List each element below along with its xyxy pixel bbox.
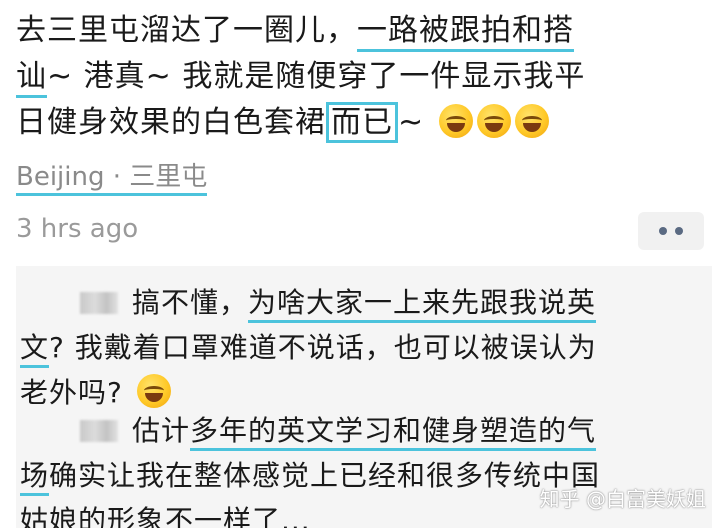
more-dots-icon xyxy=(675,227,683,235)
location-separator: · xyxy=(104,162,130,192)
post-text-segment: 日健身效果的白色套裙 xyxy=(16,105,326,140)
comment-text: 老外吗? xyxy=(20,376,123,409)
post-line-1: 去三里屯溜达了一圈儿，一路被跟拍和搭 xyxy=(16,8,712,54)
comment-line: 估计多年的英文学习和健身塑造的气 xyxy=(16,408,712,453)
highlighted-text: 为啥大家一上来先跟我说英 xyxy=(248,286,597,323)
post-text-segment: ~ 港真~ 我就是随便穿了一件显示我平 xyxy=(47,59,586,94)
boxed-text: 而已 xyxy=(326,102,398,143)
location-city: Beijing xyxy=(16,162,105,192)
laughing-crying-emoji-icon xyxy=(476,104,511,138)
laughing-crying-emoji-icon xyxy=(438,104,473,138)
highlighted-text: 场 xyxy=(20,459,50,496)
comment-text: 搞不懂， xyxy=(132,286,249,319)
post-text-segment: 去三里屯溜达了一圈儿， xyxy=(16,13,357,48)
weibo-post-screenshot: 去三里屯溜达了一圈儿，一路被跟拍和搭 讪~ 港真~ 我就是随便穿了一件显示我平 … xyxy=(0,0,720,528)
zhihu-watermark: 知乎 @白富美妖姐 xyxy=(539,487,706,511)
comment-text: ? 我戴着口罩难道不说话，也可以被误认为 xyxy=(49,331,597,364)
post-line-2: 讪~ 港真~ 我就是随便穿了一件显示我平 xyxy=(16,54,712,100)
comment-line: 搞不懂，为啥大家一上来先跟我说英 xyxy=(16,280,712,325)
comment-text: 确实让我在整体感觉上已经和很多传统中国 xyxy=(49,459,601,492)
comment-item[interactable]: 搞不懂，为啥大家一上来先跟我说英 文? 我戴着口罩难道不说话，也可以被误认为 老… xyxy=(16,280,712,415)
location-tag[interactable]: Beijing · 三里屯 xyxy=(16,156,208,196)
post-body: 去三里屯溜达了一圈儿，一路被跟拍和搭 讪~ 港真~ 我就是随便穿了一件显示我平 … xyxy=(16,8,712,146)
blurred-avatar-icon xyxy=(80,292,118,314)
location-place: 三里屯 xyxy=(129,162,208,192)
highlighted-text: 一路被跟拍和搭 xyxy=(357,13,574,52)
comment-text: 姑娘的形象不一样了... xyxy=(20,504,311,528)
comment-line: 文? 我戴着口罩难道不说话，也可以被误认为 xyxy=(16,325,712,370)
blurred-avatar-icon xyxy=(80,420,118,442)
highlighted-text: 文 xyxy=(20,331,50,368)
comment-text: 估计 xyxy=(132,414,191,447)
highlighted-text: 讪 xyxy=(16,59,47,98)
highlighted-text: 多年的英文学习和健身塑造的气 xyxy=(190,414,597,451)
post-line-3: 日健身效果的白色套裙 而已 ~ xyxy=(16,100,712,146)
laughing-crying-emoji-icon xyxy=(514,104,549,138)
location-highlight: Beijing · 三里屯 xyxy=(16,162,208,196)
more-dots-icon xyxy=(659,227,667,235)
post-timestamp: 3 hrs ago xyxy=(16,214,139,244)
laughing-crying-emoji-icon xyxy=(136,374,171,408)
more-options-button[interactable] xyxy=(638,212,704,250)
post-text-segment: ~ xyxy=(398,105,425,140)
